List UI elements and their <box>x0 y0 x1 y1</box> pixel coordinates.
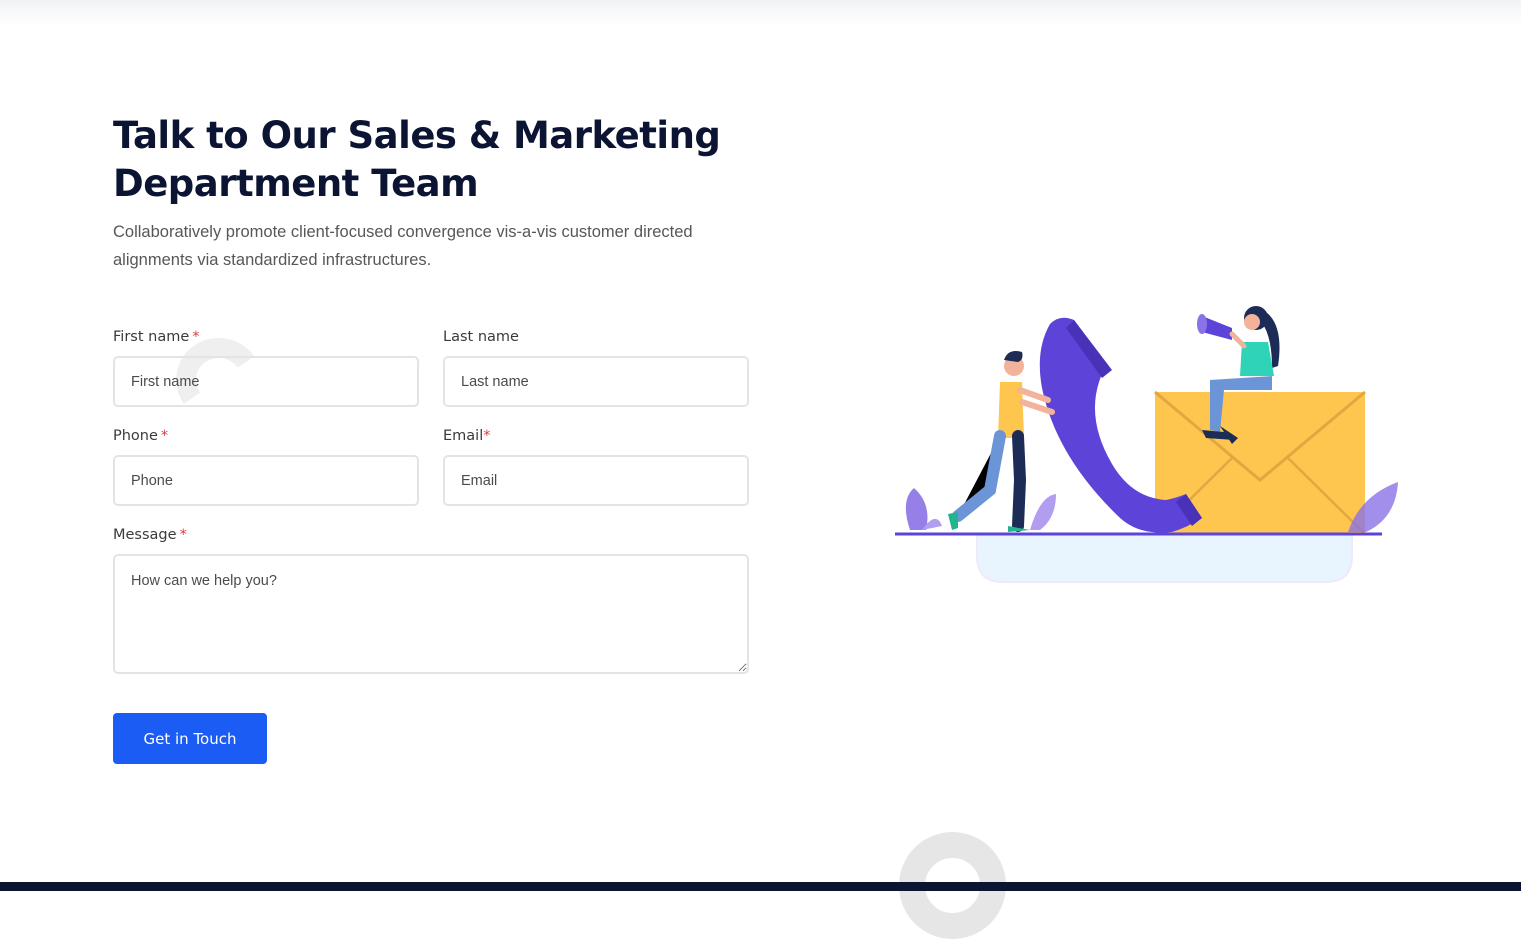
last-name-input[interactable] <box>443 356 749 407</box>
page-title: Talk to Our Sales & Marketing Department… <box>113 112 753 208</box>
page-subtitle: Collaboratively promote client-focused c… <box>113 223 693 269</box>
last-name-label: Last name <box>443 329 519 345</box>
phone-input[interactable] <box>113 455 419 506</box>
footer-band <box>0 882 1521 891</box>
get-in-touch-button[interactable]: Get in Touch <box>113 713 267 764</box>
page-title-line1: Talk to Our Sales & Marketing <box>113 114 721 157</box>
message-label: Message * <box>113 527 187 543</box>
required-mark: * <box>483 428 491 444</box>
last-name-group: Last name <box>443 327 749 407</box>
email-input[interactable] <box>443 455 749 506</box>
phone-group: Phone * <box>113 426 419 506</box>
first-name-group: First name * <box>113 327 419 407</box>
email-group: Email* <box>443 426 749 506</box>
first-name-label: First name * <box>113 329 200 345</box>
header-shadow <box>0 0 1521 26</box>
man-figure <box>948 351 1055 532</box>
platform-shape <box>976 533 1353 583</box>
phone-label: Phone * <box>113 428 169 444</box>
first-name-input[interactable] <box>113 356 419 407</box>
email-label: Email* <box>443 428 491 444</box>
required-mark: * <box>179 527 187 543</box>
required-mark: * <box>160 428 169 444</box>
required-mark: * <box>192 329 200 345</box>
contact-illustration <box>880 290 1420 594</box>
message-group: Message * <box>113 525 749 674</box>
contact-illustration-svg <box>895 306 1398 583</box>
message-textarea[interactable] <box>113 554 749 674</box>
page-title-line2: Department Team <box>113 162 479 205</box>
